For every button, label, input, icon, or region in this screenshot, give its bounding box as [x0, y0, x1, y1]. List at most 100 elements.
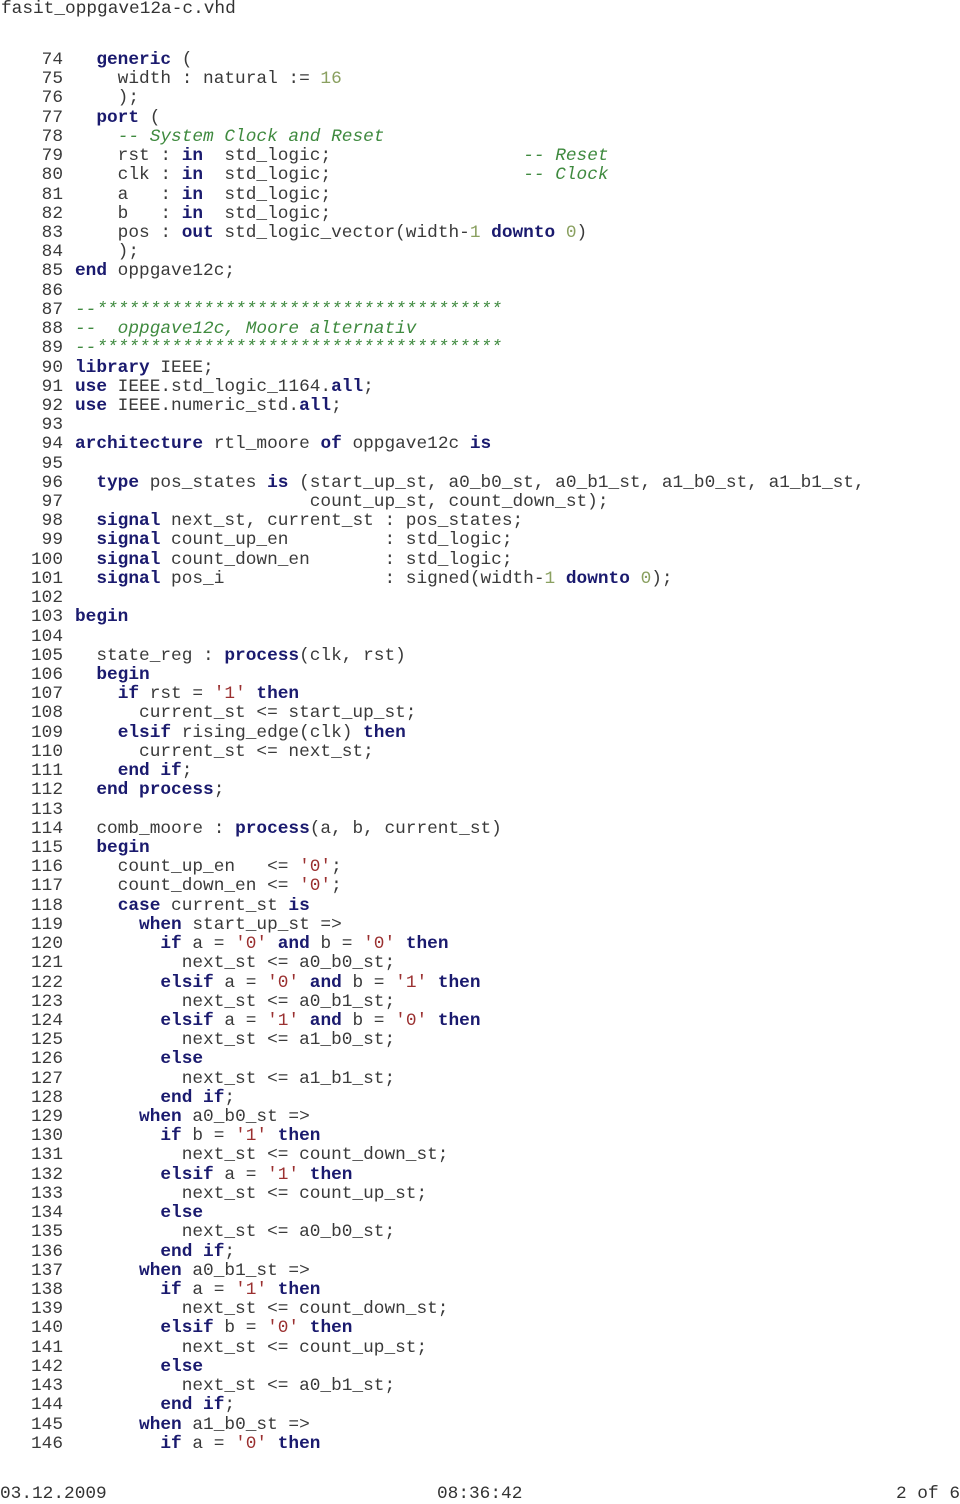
line-number: 126 [30, 1049, 63, 1070]
keyword: process [224, 645, 300, 666]
code-line: 115 begin [0, 838, 960, 858]
code-text: next_st, current_st : pos_states; [160, 511, 524, 532]
line-source: width : natural := 16 [75, 70, 342, 89]
code-line: 106 begin [0, 665, 960, 685]
code-line: 83 pos : out std_logic_vector(width-1 do… [0, 222, 960, 243]
code-line: 146 if a = '0' then [0, 1433, 960, 1454]
code-line: 144 end if; [0, 1396, 960, 1415]
code-text: ); [75, 88, 140, 109]
code-line: 112 end process; [0, 781, 960, 800]
code-text: next_st <= a0_b0_st; [75, 953, 396, 974]
line-number: 95 [41, 453, 63, 474]
code-line: 129 when a0_b0_st => [0, 1107, 960, 1128]
code-text: ; [331, 876, 342, 897]
line-source: if a = '0' and b = '0' then [75, 934, 448, 955]
line-source: next_st <= count_up_st; [75, 1338, 427, 1358]
line-number: 135 [30, 1222, 63, 1243]
code-text: std_logic; [203, 203, 332, 224]
code-line: 141 next_st <= count_up_st; [0, 1338, 960, 1358]
line-number: 136 [30, 1241, 63, 1262]
line-source: use IEEE.std_logic_1164.all; [75, 377, 374, 397]
code-line: 88 -- oppgave12c, Moore alternativ [0, 319, 960, 340]
keyword: elsif [160, 1318, 214, 1339]
line-source: type pos_states is (start_up_st, a0_b0_s… [75, 472, 864, 493]
code-text: start_up_st => [181, 914, 342, 935]
line-number: 119 [30, 914, 63, 935]
line-source: begin [75, 665, 149, 685]
line-source: next_st <= a1_b0_st; [75, 1031, 395, 1050]
line-number: 86 [41, 280, 63, 301]
line-source: end if; [75, 1396, 235, 1415]
keyword: if [160, 1433, 182, 1454]
line-source: end if; [75, 761, 193, 781]
line-source: when a0_b0_st => [75, 1107, 310, 1127]
code-text: std_logic_vector(width- [213, 222, 470, 243]
line-source: elsif a = '1' then [75, 1165, 352, 1185]
keyword: else [160, 1203, 204, 1224]
line-number: 145 [30, 1414, 63, 1435]
code-line: 131 next_st <= count_down_st; [0, 1146, 960, 1165]
line-number: 88 [41, 319, 63, 340]
code-line: 113 [0, 800, 960, 820]
keyword: in [181, 184, 204, 205]
line-source: clk : in std_logic; -- Clock [75, 166, 609, 185]
code-text: pos_states [139, 472, 268, 493]
code-text: ); [75, 242, 140, 263]
code-text: count_up_en : std_logic; [160, 530, 513, 551]
line-source: end oppgave12c; [75, 262, 235, 281]
line-number: 99 [41, 530, 63, 551]
keyword: out [181, 222, 214, 243]
keyword: generic [96, 50, 172, 70]
code-text: ; [213, 780, 225, 801]
line-source: count_up_en <= '0'; [75, 858, 342, 877]
line-number: 134 [30, 1203, 63, 1224]
code-text: current_st <= start_up_st; [75, 703, 417, 724]
line-number: 75 [41, 69, 63, 90]
keyword: type [96, 472, 140, 493]
line-source: next_st <= count_down_st; [75, 1146, 449, 1165]
keyword: else [160, 1049, 204, 1070]
line-source: when start_up_st => [75, 914, 342, 935]
line-number: 129 [30, 1107, 63, 1128]
code-text: ( [171, 50, 193, 70]
comment: -- System Clock and Reset [117, 126, 385, 147]
code-line: 99 signal count_up_en : std_logic; [0, 531, 960, 550]
code-line: 89 --************************************… [0, 339, 960, 358]
line-source: comb_moore : process(a, b, current_st) [75, 819, 502, 839]
keyword: port [96, 107, 140, 128]
code-line: 74 generic ( [0, 50, 960, 70]
string-literal: '0' [267, 972, 300, 993]
code-text: next_st <= count_up_st; [75, 1183, 428, 1204]
line-number: 121 [30, 953, 63, 974]
keyword: is [267, 472, 289, 493]
code-text: b : [75, 203, 182, 224]
code-text: IEEE.numeric_std. [107, 395, 300, 416]
code-text: count_up_en <= [75, 857, 300, 878]
line-number: 83 [41, 222, 63, 243]
line-number: 74 [41, 50, 63, 70]
line-number: 118 [30, 895, 63, 916]
line-number: 131 [30, 1145, 63, 1166]
keyword: if [160, 934, 182, 955]
code-line: 86 [0, 280, 960, 301]
code-text: ; [224, 1087, 236, 1108]
code-line: 110 current_st <= next_st; [0, 742, 960, 762]
keyword: downto [565, 568, 630, 589]
code-line: 77 port ( [0, 107, 960, 128]
code-line: 132 elsif a = '1' then [0, 1165, 960, 1185]
line-source: current_st <= start_up_st; [75, 704, 416, 723]
keyword: in [181, 146, 204, 167]
number-literal: 1 [469, 222, 481, 243]
string-literal: '0' [267, 1318, 300, 1339]
line-number: 123 [30, 991, 63, 1012]
keyword: is [469, 434, 492, 455]
